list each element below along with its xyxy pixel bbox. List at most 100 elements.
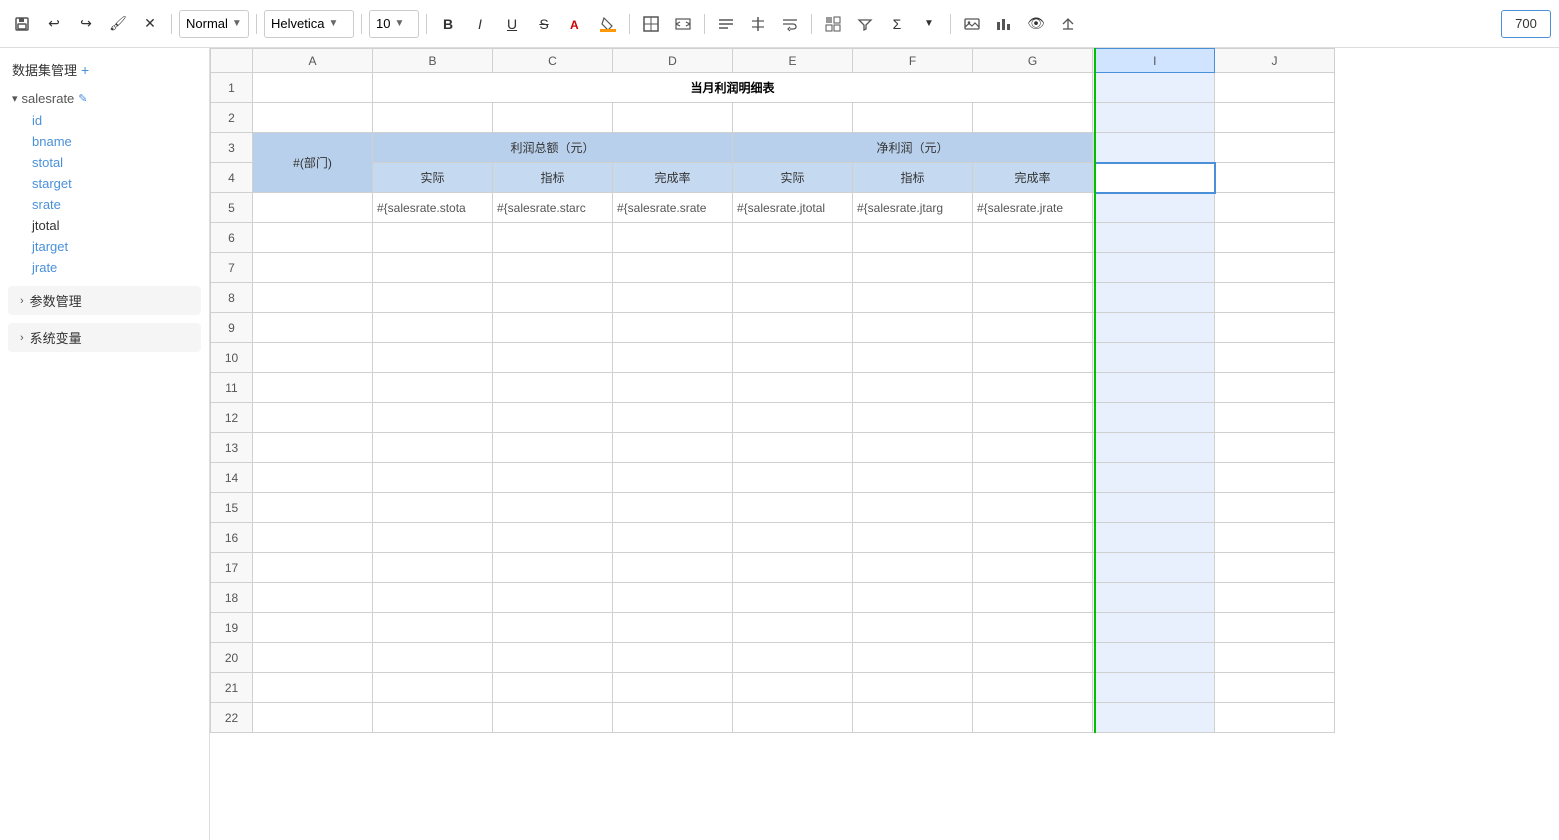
image-button[interactable] [958, 10, 986, 38]
sysvars-section[interactable]: › 系统变量 [8, 323, 201, 352]
row-12: 12 [211, 403, 1335, 433]
bold-button[interactable]: B [434, 10, 462, 38]
cell-I4-selected[interactable] [1095, 163, 1215, 193]
add-dataset-button[interactable]: + [81, 62, 89, 78]
col-header-rownum [211, 49, 253, 73]
cell-I3[interactable] [1095, 133, 1215, 163]
cell-J2[interactable] [1215, 103, 1335, 133]
field-stotal[interactable]: stotal [24, 152, 209, 173]
sum-button[interactable]: Σ [883, 10, 911, 38]
filter-button[interactable] [851, 10, 879, 38]
export-button[interactable] [1054, 10, 1082, 38]
toolbar: ↩ ↪ 🖌 ✕ Normal ▼ Helvetica ▼ 10 ▼ B I U … [0, 0, 1559, 48]
dataset-name: salesrate [22, 91, 75, 106]
row-15: 15 [211, 493, 1335, 523]
field-jrate[interactable]: jrate [24, 257, 209, 278]
col-header-F[interactable]: F [853, 49, 973, 73]
dataset-edit-icon[interactable]: ✎ [78, 92, 87, 105]
style-dropdown[interactable]: Normal ▼ [179, 10, 249, 38]
sep8 [950, 14, 951, 34]
cell-I5[interactable] [1095, 193, 1215, 223]
cell-J3[interactable] [1215, 133, 1335, 163]
params-section[interactable]: › 参数管理 [8, 286, 201, 315]
rownum-5: 5 [211, 193, 253, 223]
clear-format-button[interactable]: ✕ [136, 10, 164, 38]
dataset-salesrate[interactable]: ▾ salesrate ✎ [0, 87, 209, 110]
cell-J4[interactable] [1215, 163, 1335, 193]
spreadsheet-area[interactable]: A B C D E F G I J 1 当月利润明细表 [210, 48, 1559, 840]
sidebar-header: 数据集管理 + [0, 56, 209, 87]
format-painter-button[interactable]: 🖌 [104, 10, 132, 38]
cell-E2[interactable] [733, 103, 853, 133]
row-22: 22 [211, 703, 1335, 733]
row-10: 10 [211, 343, 1335, 373]
font-size-dropdown[interactable]: 10 ▼ [369, 10, 419, 38]
field-bname[interactable]: bname [24, 131, 209, 152]
strikethrough-button[interactable]: S [530, 10, 558, 38]
col-header-row: A B C D E F G I J [211, 49, 1335, 73]
dataset-arrow: ▾ [12, 92, 18, 105]
svg-text:A: A [570, 18, 579, 32]
cell-D5[interactable]: #{salesrate.srate [613, 193, 733, 223]
row-21: 21 [211, 673, 1335, 703]
col-header-B[interactable]: B [373, 49, 493, 73]
field-jtotal[interactable]: jtotal [24, 215, 209, 236]
sep6 [704, 14, 705, 34]
style-dropdown-arrow: ▼ [232, 18, 242, 29]
col-header-G[interactable]: G [973, 49, 1093, 73]
wrap-button[interactable] [776, 10, 804, 38]
cell-B2[interactable] [373, 103, 493, 133]
cell-G5[interactable]: #{salesrate.jrate [973, 193, 1093, 223]
align-button[interactable] [712, 10, 740, 38]
col-header-D[interactable]: D [613, 49, 733, 73]
underline-button[interactable]: U [498, 10, 526, 38]
undo-button[interactable]: ↩ [40, 10, 68, 38]
cell-E4: 实际 [733, 163, 853, 193]
save-button[interactable] [8, 10, 36, 38]
freeze-button[interactable] [819, 10, 847, 38]
field-id[interactable]: id [24, 110, 209, 131]
field-jtarget[interactable]: jtarget [24, 236, 209, 257]
font-color-button[interactable]: A [562, 10, 590, 38]
field-starget[interactable]: starget [24, 173, 209, 194]
sidebar: 数据集管理 + ▾ salesrate ✎ id bname stotal st… [0, 48, 210, 840]
col-header-I[interactable]: I [1095, 49, 1215, 73]
cell-F2[interactable] [853, 103, 973, 133]
zoom-input[interactable] [1501, 10, 1551, 38]
cell-A1[interactable] [253, 73, 373, 103]
merge-button[interactable] [669, 10, 697, 38]
field-srate[interactable]: srate [24, 194, 209, 215]
valign-button[interactable] [744, 10, 772, 38]
col-header-J[interactable]: J [1215, 49, 1335, 73]
cell-C2[interactable] [493, 103, 613, 133]
col-header-C[interactable]: C [493, 49, 613, 73]
cell-I2[interactable] [1095, 103, 1215, 133]
cell-J5[interactable] [1215, 193, 1335, 223]
cell-C5[interactable]: #{salesrate.starc [493, 193, 613, 223]
row-17: 17 [211, 553, 1335, 583]
cell-F5[interactable]: #{salesrate.jtarg [853, 193, 973, 223]
font-dropdown-value: Helvetica [271, 16, 324, 31]
cell-A2[interactable] [253, 103, 373, 133]
cell-I1[interactable] [1095, 73, 1215, 103]
cell-D2[interactable] [613, 103, 733, 133]
sysvars-label: 系统变量 [30, 328, 82, 347]
preview-button[interactable]: 👁 [1022, 10, 1050, 38]
cell-A5[interactable] [253, 193, 373, 223]
sep4 [426, 14, 427, 34]
fill-color-button[interactable] [594, 10, 622, 38]
italic-button[interactable]: I [466, 10, 494, 38]
chart-button[interactable] [990, 10, 1018, 38]
sum-dropdown[interactable]: ▼ [915, 10, 943, 38]
font-size-value: 10 [376, 16, 390, 31]
font-dropdown[interactable]: Helvetica ▼ [264, 10, 354, 38]
cell-J1[interactable] [1215, 73, 1335, 103]
cell-B5[interactable]: #{salesrate.stota [373, 193, 493, 223]
border-button[interactable] [637, 10, 665, 38]
col-header-E[interactable]: E [733, 49, 853, 73]
cell-E5[interactable]: #{salesrate.jtotal [733, 193, 853, 223]
col-header-A[interactable]: A [253, 49, 373, 73]
cell-G2[interactable] [973, 103, 1093, 133]
redo-button[interactable]: ↪ [72, 10, 100, 38]
row-20: 20 [211, 643, 1335, 673]
